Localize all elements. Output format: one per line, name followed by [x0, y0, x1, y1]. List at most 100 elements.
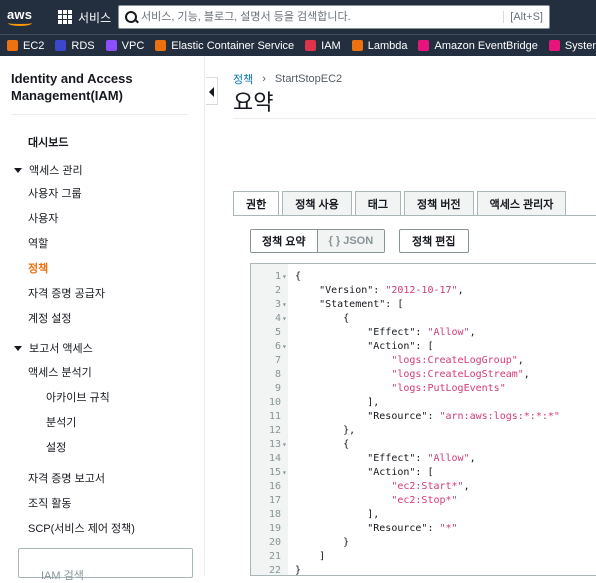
sidebar-item-dashboard[interactable]: 대시보드: [28, 134, 68, 150]
json-button[interactable]: { } JSON: [316, 230, 385, 252]
tab-tags[interactable]: 태그: [354, 191, 402, 215]
favorite-label: Elastic Container Service: [171, 39, 295, 52]
sidebar-item-archive-rules[interactable]: 아카이브 규칙: [46, 389, 110, 405]
fold-arrow-icon[interactable]: ▾: [282, 466, 287, 480]
line-number: 4: [274, 313, 281, 324]
code-text: ],: [295, 397, 380, 408]
vpc-icon: [105, 40, 117, 51]
sidebar-item-access-analyzer[interactable]: 액세스 분석기: [28, 364, 92, 380]
code-line: 3 ▾ "Statement": [: [251, 298, 596, 312]
aws-logo[interactable]: aws: [6, 5, 36, 29]
sidebar-item-organization-activity[interactable]: 조직 활동: [28, 495, 72, 511]
top-navigation-bar: aws 서비스 [Alt+S]: [0, 0, 596, 34]
favorite-rds[interactable]: RDS: [55, 39, 95, 52]
fold-arrow-icon[interactable]: ▾: [282, 340, 287, 354]
favorite-label: RDS: [71, 39, 95, 52]
favorite-iam[interactable]: IAM: [305, 40, 341, 52]
caret-down-icon: [14, 345, 22, 351]
code-line: 12 },: [251, 424, 596, 438]
code-text: "ec2:Start*",: [391, 481, 470, 492]
code-line: 22}: [251, 564, 596, 576]
favorite-label: Amazon EventBridge: [434, 39, 538, 52]
search-icon: [119, 6, 141, 28]
sidebar-section-label: 보고서 액세스: [29, 343, 93, 355]
title-divider: [233, 118, 596, 119]
eventbridge-icon: [418, 40, 430, 51]
line-number: 21: [268, 551, 281, 562]
sidebar-item-analyzer-settings[interactable]: 설정: [46, 439, 66, 455]
view-toggle: 정책 요약 { } JSON: [250, 229, 386, 253]
code-text: "Statement": [: [295, 299, 404, 310]
grid-icon: [58, 10, 72, 24]
sidebar-item-identity-providers[interactable]: 자격 증명 공급자: [28, 285, 105, 301]
code-line: 13 ▾ {: [251, 438, 596, 452]
collapse-sidebar-button[interactable]: [206, 77, 218, 105]
code-text: "logs:CreateLogGroup",: [391, 355, 524, 366]
edit-policy-button[interactable]: 정책 편집: [399, 229, 469, 253]
sidebar-section-access-management[interactable]: 액세스 관리: [14, 162, 83, 178]
sidebar-section-access-reports[interactable]: 보고서 액세스: [14, 340, 93, 356]
breadcrumb-current: StartStopEC2: [274, 73, 343, 85]
aws-smile-icon: [8, 20, 32, 26]
sidebar-item-analyzers[interactable]: 분석기: [46, 414, 76, 430]
favorite-ssm[interactable]: Systems Manager: [548, 39, 596, 52]
fold-arrow-icon[interactable]: ▾: [282, 438, 287, 452]
services-label: 서비스: [78, 10, 112, 25]
sidebar-item-user-groups[interactable]: 사용자 그룹: [28, 185, 82, 201]
code-line: 11 "Resource": "arn:aws:logs:*:*:*": [251, 410, 596, 424]
code-line: 16 "ec2:Start*",: [251, 480, 596, 494]
sidebar-item-credential-report[interactable]: 자격 증명 보고서: [28, 470, 105, 486]
line-number: 6: [274, 341, 281, 352]
line-number: 20: [268, 537, 281, 548]
sidebar-item-account-settings[interactable]: 계정 설정: [28, 310, 72, 326]
favorite-ecs[interactable]: Elastic Container Service: [155, 40, 294, 52]
sidebar-title[interactable]: Identity and Access Management(IAM): [11, 70, 191, 104]
favorite-lambda[interactable]: Lambda: [351, 39, 408, 52]
caret-down-icon: [14, 167, 22, 173]
policy-summary-button[interactable]: 정책 요약: [251, 230, 317, 252]
code-text: {: [295, 271, 302, 282]
code-text: "logs:CreateLogStream",: [391, 369, 530, 380]
sidebar-search-box[interactable]: IAM 검색: [18, 548, 193, 582]
line-number: 10: [268, 397, 281, 408]
code-text: "Action": [: [295, 341, 434, 352]
code-text: "ec2:Stop*": [391, 495, 458, 506]
code-line: 19 "Resource": "*": [251, 522, 596, 536]
favorite-label: Systems Manager: [564, 39, 596, 52]
code-text: ],: [295, 509, 380, 520]
tab-policy-usage[interactable]: 정책 사용: [282, 191, 352, 215]
code-text: ]: [295, 551, 326, 562]
fold-arrow-icon[interactable]: ▾: [282, 312, 287, 326]
tab-permissions[interactable]: 권한: [233, 191, 280, 215]
sidebar-item-policies[interactable]: 정책: [28, 260, 48, 276]
favorite-label: Lambda: [367, 39, 408, 52]
favorite-eventbridge[interactable]: Amazon EventBridge: [418, 39, 538, 52]
sidebar-item-roles[interactable]: 역할: [28, 235, 48, 251]
code-text: {: [295, 313, 350, 324]
line-number: 22: [268, 565, 281, 576]
sidebar-item-scp[interactable]: SCP(서비스 제어 정책): [28, 520, 135, 536]
code-text: "Effect": "Allow",: [295, 453, 476, 464]
ssm-icon: [548, 40, 560, 51]
services-menu-button[interactable]: 서비스: [58, 8, 111, 26]
line-number: 7: [274, 355, 281, 366]
rds-icon: [55, 40, 67, 51]
sidebar-search-placeholder: IAM 검색: [41, 570, 84, 582]
favorite-vpc[interactable]: VPC: [105, 40, 144, 52]
ec2-icon: [7, 40, 18, 51]
sidebar-item-users[interactable]: 사용자: [28, 210, 58, 226]
line-number: 15: [268, 467, 281, 478]
code-text: "logs:PutLogEvents": [391, 383, 506, 394]
global-search-input[interactable]: [141, 7, 504, 27]
fold-arrow-icon[interactable]: ▾: [282, 298, 287, 312]
global-search-box[interactable]: [Alt+S]: [118, 5, 550, 29]
tab-access-advisor[interactable]: 액세스 관리자: [476, 191, 567, 215]
favorite-ec2[interactable]: EC2: [7, 40, 44, 52]
code-line: 8 "logs:CreateLogStream",: [251, 368, 596, 382]
policy-json-editor[interactable]: 1 ▾{2 "Version": "2012-10-17", 3 ▾ "Stateme…: [250, 263, 596, 576]
code-text: {: [295, 439, 350, 450]
tab-policy-versions[interactable]: 정책 버전: [404, 191, 474, 215]
code-text: "Version": "2012-10-17",: [295, 285, 464, 296]
fold-arrow-icon[interactable]: ▾: [282, 270, 287, 284]
sidebar: Identity and Access Management(IAM) 대시보드…: [0, 56, 205, 582]
